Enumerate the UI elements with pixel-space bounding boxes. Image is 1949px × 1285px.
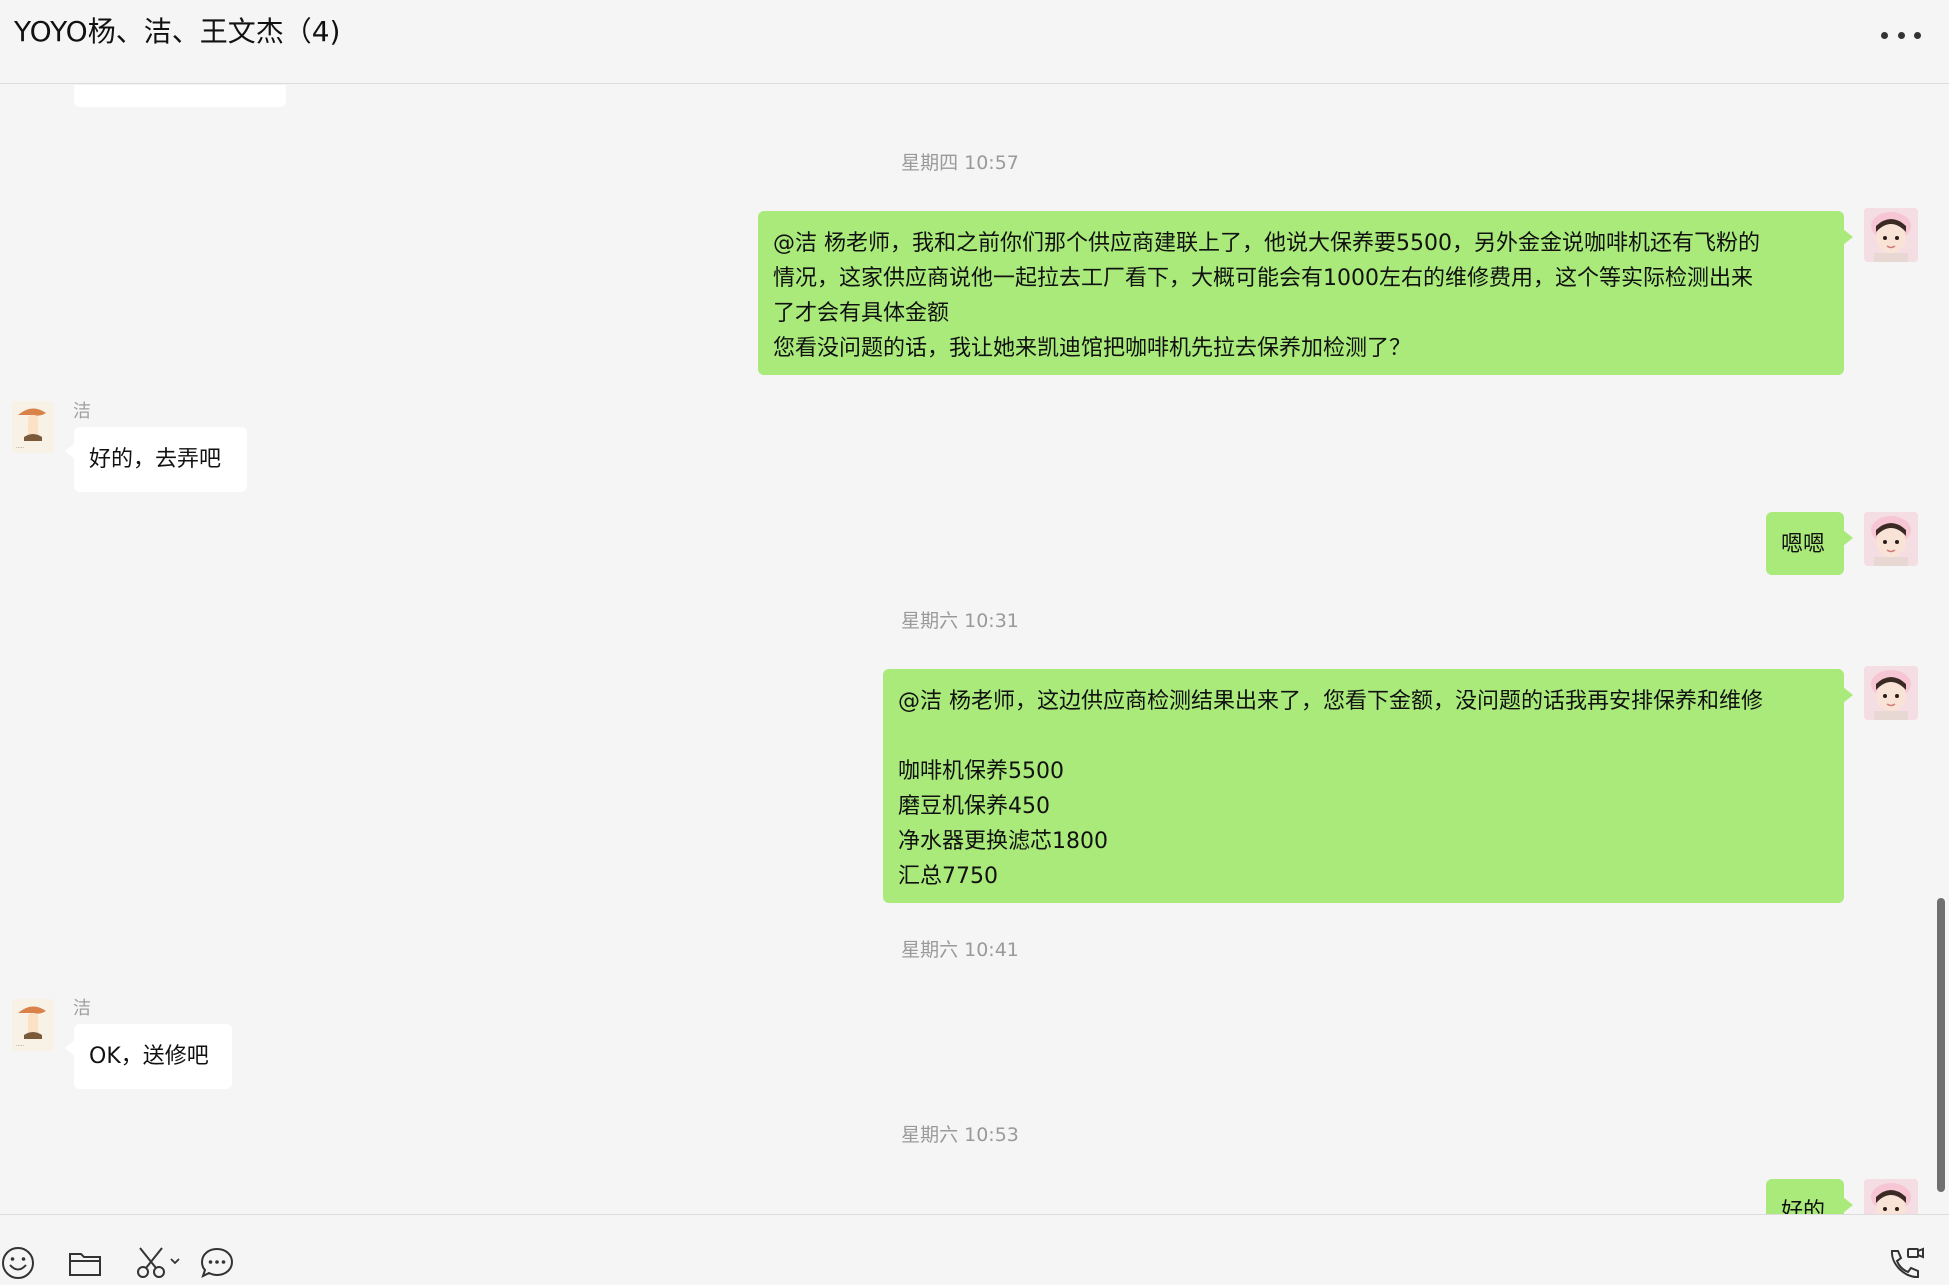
message-bubble-incoming[interactable]: OK，送修吧 [65,1024,232,1089]
contact-avatar[interactable]: ····· [12,999,54,1051]
timestamp: 星期六 10:53 [901,1124,1019,1146]
message-line: @洁 杨老师，我和之前你们那个供应商建联上了，他说大保养要5500，另外金金说咖… [773,231,1760,256]
more-dot [1897,31,1905,39]
sender-name: 洁 [73,998,91,1019]
video-call-icon[interactable] [1886,1245,1926,1285]
message-line: 净水器更换滤芯1800 [898,829,1108,854]
message-line: 情况，这家供应商说他一起拉去工厂看下，大概可能会有1000左右的维修费用，这个等… [773,266,1753,291]
cartoon-avatar-icon: ····· [12,999,54,1051]
scissors-icon[interactable] [134,1245,184,1285]
message-line: @洁 杨老师，这边供应商检测结果出来了，您看下金额，没问题的话我再安排保养和维修 [898,689,1763,714]
sender-name: 洁 [73,401,91,422]
cartoon-avatar-icon: ····· [12,401,54,453]
svg-text:·····: ····· [16,445,24,451]
scrollbar-thumb[interactable] [1937,898,1945,1192]
my-avatar[interactable] [1864,208,1918,262]
message-list[interactable]: 星期四 10:57 @洁 杨老师，我和之前你们那个供应商建联上了，他说大保养要5… [0,85,1949,1214]
message-line [898,719,1829,754]
timestamp: 星期六 10:41 [901,939,1019,961]
child-portrait-icon [1864,512,1918,566]
svg-text:·····: ····· [16,1043,24,1049]
my-avatar[interactable] [1864,512,1918,566]
my-avatar[interactable] [1864,1179,1918,1214]
timestamp: 星期四 10:57 [901,152,1019,174]
chat-bubble-icon[interactable] [198,1245,236,1285]
message-line: 咖啡机保养5500 [898,759,1064,784]
message-bubble-incoming[interactable]: 好的，去弄吧 [65,427,247,492]
input-toolbar [0,1214,1949,1280]
message-line: OK，送修吧 [89,1044,209,1069]
chat-title: YOYO杨、洁、王文杰（4) [14,15,341,48]
message-bubble-outgoing[interactable]: @洁 杨老师，这边供应商检测结果出来了，您看下金额，没问题的话我再安排保养和维修… [883,669,1853,903]
message-line: 嗯嗯 [1781,532,1826,557]
message-bubble-outgoing[interactable]: 嗯嗯 [1766,512,1853,575]
my-avatar[interactable] [1864,666,1918,720]
folder-icon[interactable] [67,1245,103,1285]
partial-message-bubble [74,85,286,107]
message-line: 好的 [1781,1199,1826,1214]
contact-avatar[interactable]: ····· [12,401,54,453]
message-bubble-outgoing[interactable]: 好的 [1766,1179,1853,1214]
chat-header: YOYO杨、洁、王文杰（4) [0,0,1949,84]
message-line: 汇总7750 [898,864,998,889]
more-dot [1914,31,1921,39]
child-portrait-icon [1864,208,1918,262]
message-bubble-outgoing[interactable]: @洁 杨老师，我和之前你们那个供应商建联上了，他说大保养要5500，另外金金说咖… [758,211,1853,375]
emoji-icon[interactable] [0,1245,36,1285]
message-line: 您看没问题的话，我让她来凯迪馆把咖啡机先拉去保养加检测了？ [773,336,1412,361]
more-options-icon[interactable] [1881,20,1921,50]
message-line: 了才会有具体金额 [773,301,950,326]
more-dot [1881,31,1888,39]
message-line: 好的，去弄吧 [89,447,222,472]
child-portrait-icon [1864,666,1918,720]
child-portrait-icon [1864,1179,1918,1214]
message-line: 磨豆机保养450 [898,794,1050,819]
timestamp: 星期六 10:31 [901,610,1019,632]
